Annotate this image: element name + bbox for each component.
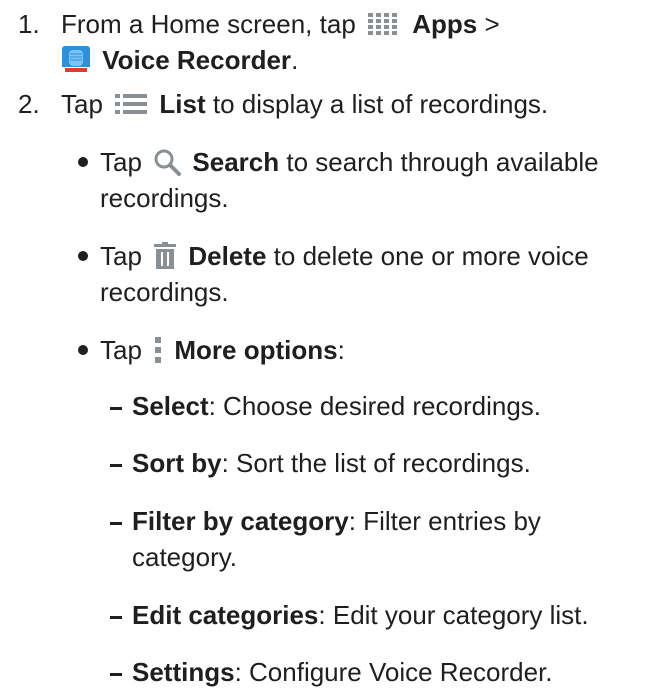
list-label: List bbox=[159, 89, 206, 119]
step-suffix: to display a list of recordings. bbox=[212, 89, 549, 119]
trash-icon bbox=[153, 242, 177, 270]
option-text: Select: Choose desired recordings. bbox=[132, 388, 627, 424]
more-options-label: More options bbox=[174, 335, 338, 365]
dash-mark bbox=[110, 464, 122, 467]
separator: > bbox=[484, 9, 500, 39]
option-text: Settings: Configure Voice Recorder. bbox=[132, 654, 627, 688]
bullet-dot bbox=[78, 157, 88, 167]
bullet-delete: Tap Delete to delete one or more voice r… bbox=[78, 238, 627, 310]
dash-mark bbox=[110, 522, 122, 525]
instructions-page: 1. From a Home screen, tap Apps > Voice … bbox=[0, 0, 645, 688]
option-sort-by: Sort by: Sort the list of recordings. bbox=[110, 445, 627, 481]
bullet-text: Tap More options: bbox=[100, 332, 627, 368]
option-label: Settings bbox=[132, 657, 235, 687]
dash-mark bbox=[110, 616, 122, 619]
bullet-text: Tap Search to search through available r… bbox=[100, 144, 627, 216]
option-text: Sort by: Sort the list of recordings. bbox=[132, 445, 627, 481]
bullet-search: Tap Search to search through available r… bbox=[78, 144, 627, 216]
step-prefix: Tap bbox=[61, 89, 103, 119]
dash-mark bbox=[110, 673, 122, 676]
option-description: : Choose desired recordings. bbox=[208, 391, 542, 421]
option-select: Select: Choose desired recordings. bbox=[110, 388, 627, 424]
more-options-icon bbox=[153, 336, 163, 364]
step-number: 2. bbox=[18, 89, 40, 119]
search-label: Search bbox=[192, 147, 280, 177]
bullet-suffix: : bbox=[337, 335, 345, 365]
bullet-more-options: Tap More options: bbox=[78, 332, 627, 368]
option-label: Sort by bbox=[132, 448, 222, 478]
bullet-prefix: Tap bbox=[100, 147, 142, 177]
option-text: Filter by category: Filter entries by ca… bbox=[132, 503, 627, 575]
step-2: 2. Tap List to display a list of recordi… bbox=[18, 86, 627, 122]
bullet-prefix: Tap bbox=[100, 335, 142, 365]
option-edit-categories: Edit categories: Edit your category list… bbox=[110, 597, 627, 633]
option-label: Filter by category bbox=[132, 506, 349, 536]
voice-recorder-label: Voice Recorder bbox=[102, 45, 292, 75]
option-text: Edit categories: Edit your category list… bbox=[132, 597, 627, 633]
bullet-dot bbox=[78, 345, 88, 355]
apps-grid-icon bbox=[367, 12, 401, 36]
option-label: Edit categories bbox=[132, 600, 319, 630]
step-suffix: . bbox=[291, 45, 299, 75]
option-settings: Settings: Configure Voice Recorder. bbox=[110, 654, 627, 688]
step-prefix: From a Home screen, tap bbox=[61, 9, 356, 39]
step-1: 1. From a Home screen, tap Apps > Voice … bbox=[18, 6, 627, 78]
option-description: : Edit your category list. bbox=[318, 600, 589, 630]
option-filter-by-category: Filter by category: Filter entries by ca… bbox=[110, 503, 627, 575]
list-icon bbox=[114, 92, 148, 116]
delete-label: Delete bbox=[188, 241, 267, 271]
step-number: 1. bbox=[18, 9, 40, 39]
option-description: : Configure Voice Recorder. bbox=[234, 657, 553, 687]
option-description: : Sort the list of recordings. bbox=[221, 448, 531, 478]
search-icon bbox=[153, 148, 182, 177]
apps-label: Apps bbox=[412, 9, 478, 39]
bullet-dot bbox=[78, 251, 88, 261]
step-text: Tap List to display a list of recordings… bbox=[61, 86, 627, 122]
dash-mark bbox=[110, 407, 122, 410]
bullet-prefix: Tap bbox=[100, 241, 142, 271]
option-label: Select bbox=[132, 391, 209, 421]
bullet-text: Tap Delete to delete one or more voice r… bbox=[100, 238, 627, 310]
step-text: From a Home screen, tap Apps > Voice Rec… bbox=[61, 6, 627, 78]
voice-recorder-icon bbox=[61, 45, 91, 75]
